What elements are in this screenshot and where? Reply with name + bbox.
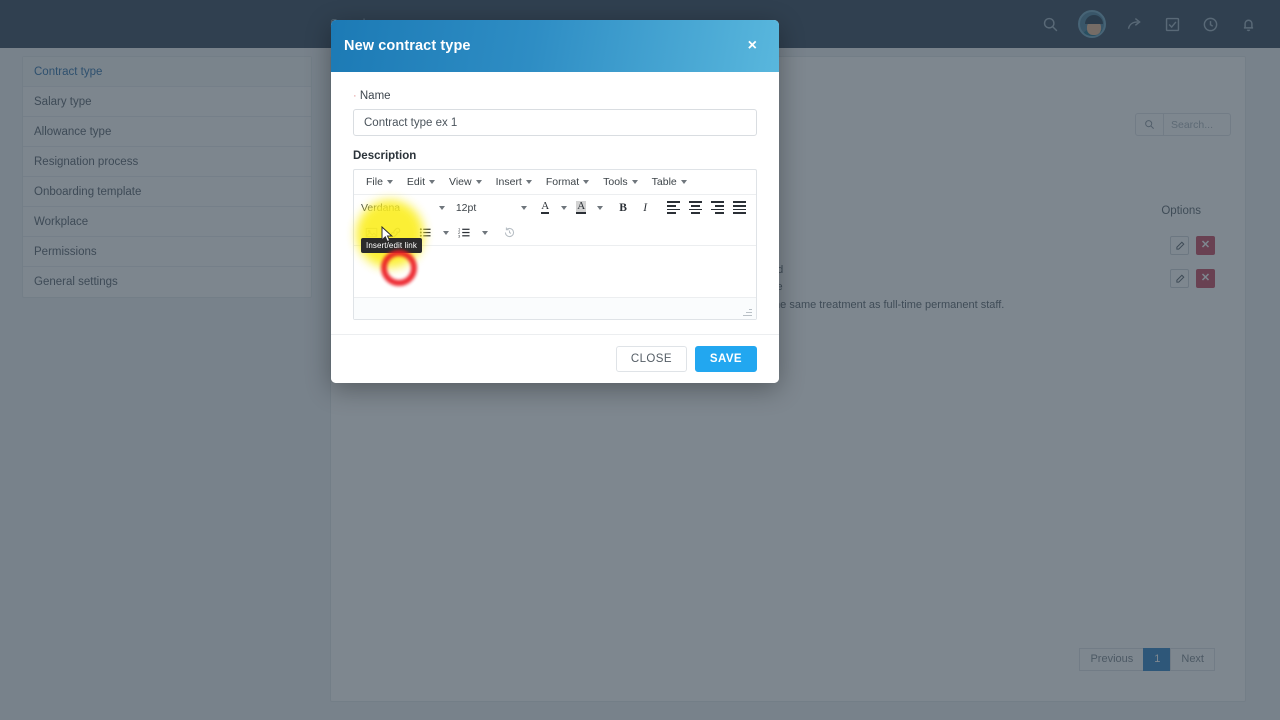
resize-handle-icon[interactable] [743,307,752,316]
numbered-list-dropdown[interactable] [478,223,490,242]
menu-tools[interactable]: Tools [597,174,644,190]
text-color-icon[interactable]: A [536,198,555,217]
name-label-text: Name [359,90,391,102]
close-icon[interactable]: × [748,38,757,54]
align-left-icon[interactable] [663,198,682,217]
chevron-down-icon [583,180,590,184]
align-center-icon[interactable] [686,198,705,217]
name-input[interactable] [353,109,757,136]
text-color-dropdown[interactable] [558,198,569,217]
close-button[interactable]: CLOSE [615,346,687,372]
dialog-footer: CLOSE SAVE [331,334,779,383]
menu-table[interactable]: Table [646,174,693,190]
chevron-down-icon [475,180,482,184]
menu-label: View [449,176,472,188]
dialog-header: New contract type × [331,20,779,72]
editor-statusbar [354,297,756,319]
menu-edit[interactable]: Edit [401,174,441,190]
bold-label: B [619,201,627,214]
menu-format[interactable]: Format [540,174,595,190]
chevron-down-icon [429,180,436,184]
chevron-down-icon [438,205,445,210]
menu-label: Insert [495,176,522,188]
restore-draft-icon[interactable] [499,223,520,242]
menu-file[interactable]: File [360,174,399,190]
menu-view[interactable]: View [443,174,488,190]
italic-icon[interactable]: I [636,198,655,217]
menu-insert[interactable]: Insert [490,174,538,190]
bold-icon[interactable]: B [613,198,632,217]
chevron-down-icon [520,205,527,210]
svg-text:3: 3 [458,233,461,238]
numbered-list-icon[interactable]: 123 [454,223,475,242]
font-size-select[interactable]: 12pt [456,198,527,217]
save-button[interactable]: SAVE [694,346,757,372]
highlight-color-dropdown[interactable] [594,198,605,217]
menu-label: Table [651,176,677,188]
name-field-label: · Name [353,90,757,102]
font-size-value: 12pt [455,201,477,214]
menu-label: Format [545,176,580,188]
chevron-down-icon [525,180,532,184]
bullet-list-dropdown[interactable] [439,223,451,242]
required-marker: · [353,90,357,102]
chevron-down-icon [386,180,393,184]
editor-menubar: File Edit View Insert Format Tools Table [354,170,756,195]
menu-label: File [366,176,383,188]
align-justify-icon[interactable] [730,198,749,217]
mouse-cursor-icon [381,226,394,243]
highlight-color-icon[interactable]: A [572,198,591,217]
menu-label: Edit [406,176,426,188]
align-right-icon[interactable] [708,198,727,217]
dialog-title: New contract type [344,38,471,54]
chevron-down-icon [680,180,687,184]
menu-label: Tools [603,176,628,188]
click-indicator-ring [381,250,417,286]
description-label: Description [353,150,417,162]
chevron-down-icon [631,180,638,184]
italic-label: I [643,201,648,214]
